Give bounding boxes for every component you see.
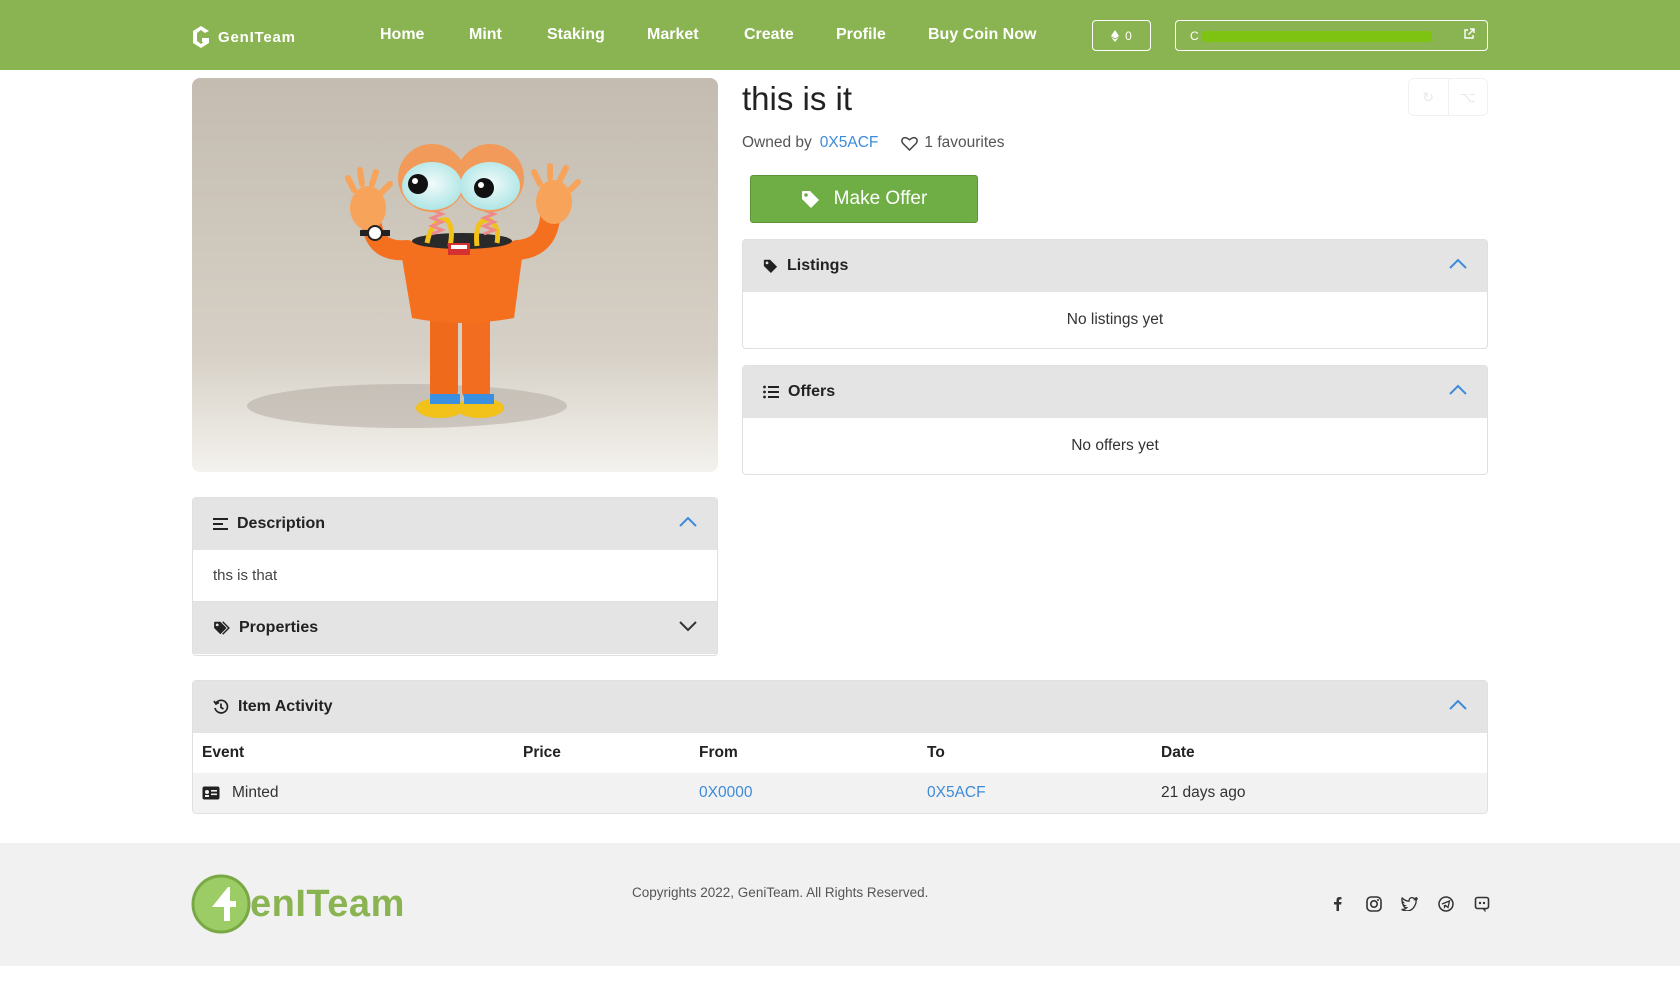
align-left-icon — [213, 517, 228, 531]
description-text: ths is that — [193, 550, 717, 602]
nav-staking[interactable]: Staking — [547, 26, 605, 44]
brand-logo-icon — [193, 26, 209, 48]
listings-empty-text: No listings yet — [1066, 311, 1164, 328]
owner-link[interactable]: 0X5ACF — [820, 134, 879, 152]
owner-info: Owned by 0X5ACF 1 favourites — [742, 134, 1005, 152]
nav-home[interactable]: Home — [380, 26, 424, 44]
footer: enITeam Copyrights 2022, GeniTeam. All R… — [0, 843, 1680, 966]
tag-icon — [763, 259, 778, 273]
offers-body: No offers yet — [743, 418, 1487, 474]
description-panel: Description ths is that Properties — [192, 497, 718, 656]
make-offer-label: Make Offer — [833, 188, 928, 209]
description-title: Description — [237, 515, 326, 532]
nav-profile[interactable]: Profile — [836, 26, 886, 44]
col-to: To — [927, 744, 945, 761]
nft-image — [192, 78, 718, 472]
footer-logo[interactable]: enITeam — [190, 873, 405, 935]
nav-buy-coin[interactable]: Buy Coin Now — [928, 26, 1036, 44]
listings-body: No listings yet — [743, 292, 1487, 348]
external-link-icon — [1464, 28, 1475, 39]
brand-logo[interactable]: GenITeam — [190, 25, 296, 49]
list-icon — [763, 385, 779, 399]
brand-name: GenITeam — [218, 28, 296, 46]
refresh-icon[interactable]: ↻ — [1409, 79, 1449, 115]
heart-icon — [901, 136, 919, 151]
coin-balance-button[interactable]: 0 — [1092, 20, 1151, 51]
activity-header-row: Event Price From To Date — [193, 733, 1487, 773]
twitter-icon[interactable] — [1400, 894, 1419, 913]
facebook-icon[interactable] — [1328, 894, 1347, 913]
description-header[interactable]: Description — [193, 498, 717, 550]
event-price — [514, 773, 690, 813]
offers-panel: Offers No offers yet — [742, 365, 1488, 475]
ethereum-icon — [1111, 29, 1120, 42]
col-from: From — [699, 744, 738, 761]
offers-empty-text: No offers yet — [1071, 437, 1159, 454]
offers-header[interactable]: Offers — [743, 366, 1487, 418]
offers-title: Offers — [788, 383, 836, 400]
item-activity-header[interactable]: Item Activity — [193, 681, 1487, 733]
chevron-up-icon[interactable] — [1449, 699, 1467, 711]
id-card-icon — [202, 786, 220, 800]
to-address-link[interactable]: 0X5ACF — [927, 784, 986, 801]
discord-icon[interactable] — [1472, 894, 1491, 913]
item-activity-title: Item Activity — [238, 698, 333, 715]
nav-market[interactable]: Market — [647, 26, 699, 44]
wallet-address-button[interactable]: C — [1175, 20, 1488, 51]
chevron-down-icon[interactable] — [679, 620, 697, 632]
top-navbar: GenITeam Home Mint Staking Market Create… — [0, 0, 1680, 70]
copyright-text: Copyrights 2022, GeniTeam. All Rights Re… — [632, 885, 929, 900]
footer-logo-icon — [191, 874, 251, 934]
chevron-up-icon[interactable] — [1449, 258, 1467, 270]
listings-header[interactable]: Listings — [743, 240, 1487, 292]
col-date: Date — [1161, 744, 1195, 761]
wallet-address: C — [1190, 29, 1199, 43]
nav-mint[interactable]: Mint — [469, 26, 502, 44]
instagram-icon[interactable] — [1364, 894, 1383, 913]
item-activity-panel: Item Activity Event Price From To Date M… — [192, 680, 1488, 814]
tag-icon — [801, 191, 819, 208]
nav-create[interactable]: Create — [744, 26, 794, 44]
properties-header[interactable]: Properties — [193, 602, 717, 654]
coin-balance: 0 — [1125, 28, 1132, 43]
telegram-icon[interactable] — [1436, 894, 1455, 913]
social-links — [1328, 894, 1491, 913]
history-icon — [213, 699, 229, 715]
listings-panel: Listings No listings yet — [742, 239, 1488, 349]
event-date: 21 days ago — [1152, 773, 1487, 813]
favourites-count: 1 favourites — [924, 134, 1005, 151]
share-icon[interactable]: ⌥ — [1449, 79, 1488, 115]
table-row: Minted 0X0000 0X5ACF 21 days ago — [193, 773, 1487, 813]
event-name: Minted — [232, 784, 279, 801]
owned-by-label: Owned by — [742, 134, 812, 151]
properties-title: Properties — [239, 619, 319, 636]
col-event: Event — [202, 744, 245, 761]
chevron-up-icon[interactable] — [1449, 384, 1467, 396]
wallet-address-redaction — [1202, 31, 1432, 42]
make-offer-button[interactable]: Make Offer — [750, 175, 978, 223]
activity-table: Event Price From To Date Minted 0X0000 0… — [193, 733, 1487, 813]
tags-icon — [213, 621, 230, 635]
chevron-up-icon[interactable] — [679, 516, 697, 528]
listings-title: Listings — [787, 257, 849, 274]
item-title: this is it — [742, 80, 853, 117]
footer-logo-text: enITeam — [250, 882, 405, 925]
item-action-group: ↻ ⌥ — [1408, 78, 1488, 116]
favourites[interactable]: 1 favourites — [901, 134, 1005, 152]
from-address-link[interactable]: 0X0000 — [699, 784, 752, 801]
col-price: Price — [523, 744, 561, 761]
